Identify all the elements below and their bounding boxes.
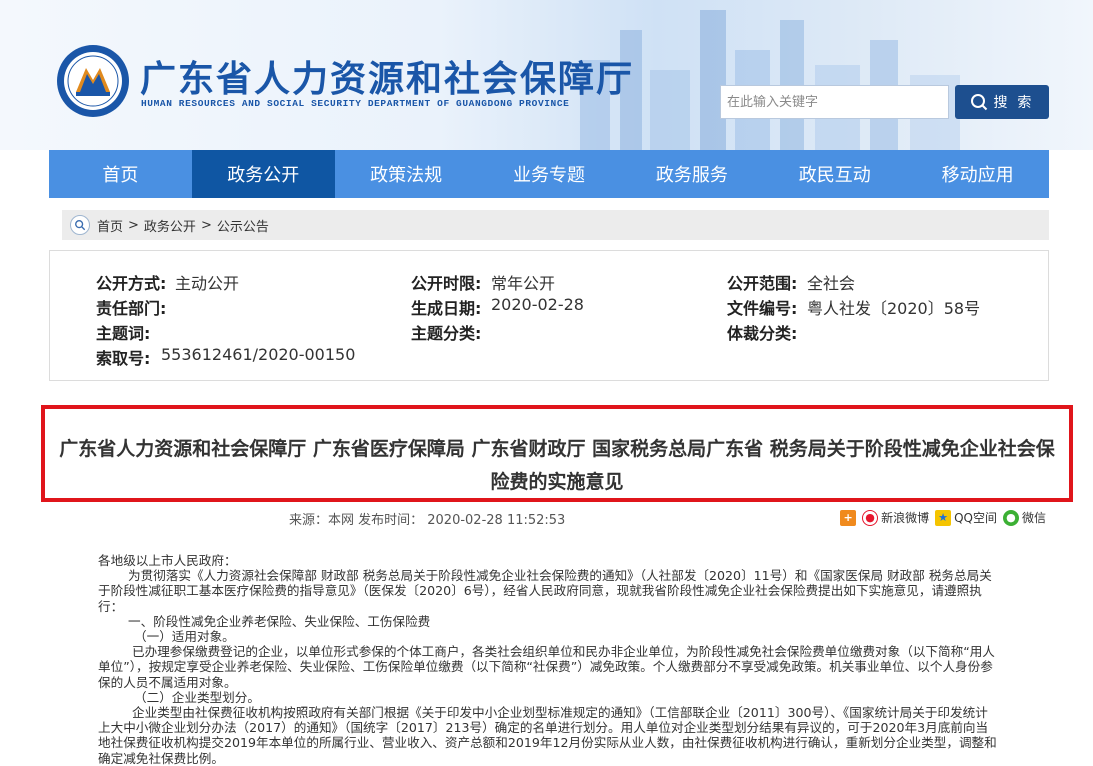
open-period-label: 公开时限: [411,274,482,293]
share-weibo[interactable]: ● 新浪微博 [862,509,929,526]
site-subtitle: HUMAN RESOURCES AND SOCIAL SECURITY DEPA… [141,98,570,109]
wechat-icon: ● [1002,509,1019,526]
paragraph: 企业类型由社保费征收机构按照政府有关部门根据《关于印发中小企业划型标准规定的通知… [98,705,997,766]
share-qzone[interactable]: ★ QQ空间 [935,509,997,526]
breadcrumb-separator: > [128,217,139,233]
weibo-icon: ● [862,509,879,526]
search-input[interactable] [720,85,949,119]
qzone-icon: ★ [935,509,952,526]
share-bar: + ● 新浪微博 ★ QQ空间 ● 微信 [840,509,1046,526]
nav-item-interaction[interactable]: 政民互动 [763,150,906,198]
doc-no-label: 文件编号: [727,299,798,318]
breadcrumb-separator: > [200,217,212,233]
genre-label: 体裁分类: [727,324,798,343]
main-nav: 首页 政务公开 政策法规 业务专题 政务服务 政民互动 移动应用 [49,150,1049,198]
index-label: 索取号: [96,349,151,368]
share-wechat[interactable]: ● 微信 [1002,509,1046,526]
topic-label: 主题词: [96,324,151,343]
nav-item-services[interactable]: 政务服务 [620,150,763,198]
search-button-label: 搜 索 [993,94,1035,110]
share-qzone-label: QQ空间 [954,511,997,525]
article-body: 各地级以上市人民政府： 为贯彻落实《人力资源社会保障部 财政部 税务总局关于阶段… [98,553,998,766]
nav-item-mobile[interactable]: 移动应用 [906,150,1049,198]
site-header: 广东省人力资源和社会保障厅 HUMAN RESOURCES AND SOCIAL… [0,0,1093,150]
nav-item-government-affairs[interactable]: 政务公开 [191,150,335,198]
paragraph: 各地级以上市人民政府： [98,553,237,568]
site-title: 广东省人力资源和社会保障厅 [140,59,635,100]
document-meta: 公开方式: 主动公开 公开时限: 常年公开 公开范围: 全社会 责任部门: 生成… [49,250,1049,381]
share-weibo-label: 新浪微博 [881,511,930,525]
breadcrumb-home[interactable]: 首页 [97,216,123,235]
open-scope-label: 公开范围: [727,274,798,293]
plus-share-icon[interactable]: + [840,509,857,526]
paragraph: 一、阶段性减免企业养老保险、失业保险、工伤保险费 [128,613,431,629]
topic-class-label: 主题分类: [411,324,482,343]
open-scope-value: 全社会 [807,274,856,293]
paragraph: （一）适用对象。 [134,629,235,645]
search-icon [970,94,987,111]
paragraph: 为贯彻落实《人力资源社会保障部 财政部 税务总局关于阶段性减免企业社会保险费的通… [98,568,992,614]
open-method-value: 主动公开 [175,274,240,293]
location-icon [70,215,90,235]
paragraph: 已办理参保缴费登记的企业，以单位形式参保的个体工商户，各类社会组织单位和民办非企… [98,644,995,690]
article-source: 来源：本网 发布时间： 2020-02-28 11:52:53 [289,513,566,528]
breadcrumb-government-affairs[interactable]: 政务公开 [144,216,196,235]
breadcrumb: 首页 > 政务公开 > 公示公告 [62,210,1049,240]
nav-item-topics[interactable]: 业务专题 [478,150,621,198]
gen-date-label: 生成日期: [411,299,482,318]
nav-item-policies[interactable]: 政策法规 [335,150,478,198]
dept-label: 责任部门: [96,299,167,318]
breadcrumb-announcements[interactable]: 公示公告 [217,216,269,235]
nav-item-home[interactable]: 首页 [49,150,192,198]
article-title-box: 广东省人力资源和社会保障厅 广东省医疗保障局 广东省财政厅 国家税务总局广东省 … [41,405,1073,502]
search-button[interactable]: 搜 索 [955,85,1049,119]
share-wechat-label: 微信 [1021,511,1046,525]
paragraph: （二）企业类型划分。 [134,689,260,705]
gen-date-value: 2020-02-28 [491,295,584,314]
doc-no-value: 粤人社发〔2020〕58号 [807,299,981,318]
index-value: 553612461/2020-00150 [161,345,356,364]
article-title: 广东省人力资源和社会保障厅 广东省医疗保障局 广东省财政厅 国家税务总局广东省 … [59,438,1055,493]
department-logo[interactable] [56,44,130,118]
open-method-label: 公开方式: [96,274,167,293]
open-period-value: 常年公开 [491,274,556,293]
